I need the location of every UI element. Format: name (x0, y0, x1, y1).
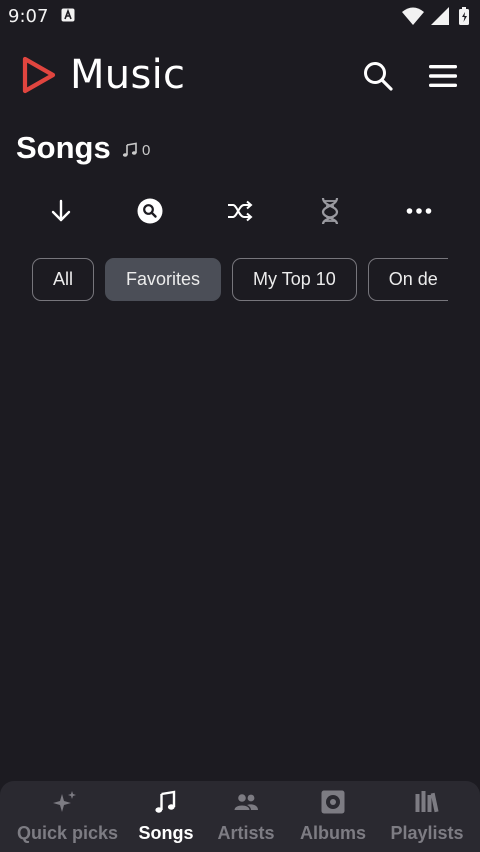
nav-label-playlists: Playlists (390, 823, 464, 843)
download-icon (51, 199, 71, 222)
music-note-icon (122, 142, 137, 157)
status-bar: 9:07 (0, 0, 480, 34)
bottom-navigation: Quick picks Songs Artists Albums Playlis… (0, 781, 480, 852)
chip-all[interactable]: All (32, 258, 95, 301)
chip-on-device[interactable]: On de (367, 258, 448, 301)
page-title: Songs (16, 130, 111, 165)
wifi-icon (402, 7, 424, 25)
sparkle-icon (53, 791, 76, 812)
nav-label-artists: Artists (217, 823, 275, 843)
nav-label-quick-picks: Quick picks (17, 823, 119, 843)
play-outline-icon (20, 54, 58, 96)
song-count: 0 (122, 141, 151, 159)
search-icon (364, 62, 393, 91)
dna-icon (321, 197, 339, 225)
nav-item-quick-picks[interactable]: Quick picks (17, 781, 119, 852)
chip-favorites[interactable]: Favorites (105, 258, 222, 301)
search-in-list-button[interactable] (135, 196, 165, 226)
status-time: 9:07 (8, 6, 49, 27)
filter-chips: All Favorites My Top 10 On de (32, 258, 448, 304)
nav-item-artists[interactable]: Artists (198, 781, 294, 852)
menu-button[interactable] (424, 58, 462, 94)
music-note-icon (155, 790, 176, 813)
chip-my-top-10[interactable]: My Top 10 (232, 258, 357, 301)
more-options-button[interactable] (404, 196, 434, 226)
people-icon (234, 794, 258, 810)
search-circle-icon (137, 198, 163, 224)
nav-label-albums: Albums (299, 823, 366, 843)
status-icons (401, 6, 473, 26)
song-count-value: 0 (142, 141, 151, 159)
app-title: Music (70, 52, 186, 98)
nav-item-albums[interactable]: Albums (285, 781, 381, 852)
album-icon (321, 790, 345, 814)
library-icon (415, 791, 439, 813)
text-notification-icon (61, 8, 75, 22)
signal-icon (431, 7, 449, 25)
shuffle-button[interactable] (225, 196, 255, 226)
shuffle-icon (228, 200, 253, 222)
nav-item-playlists[interactable]: Playlists (379, 781, 475, 852)
more-horizontal-icon (406, 208, 432, 214)
search-button[interactable] (360, 58, 396, 94)
similar-songs-button[interactable] (315, 196, 345, 226)
battery-icon (459, 7, 469, 25)
menu-icon (429, 65, 457, 87)
download-button[interactable] (46, 196, 76, 226)
